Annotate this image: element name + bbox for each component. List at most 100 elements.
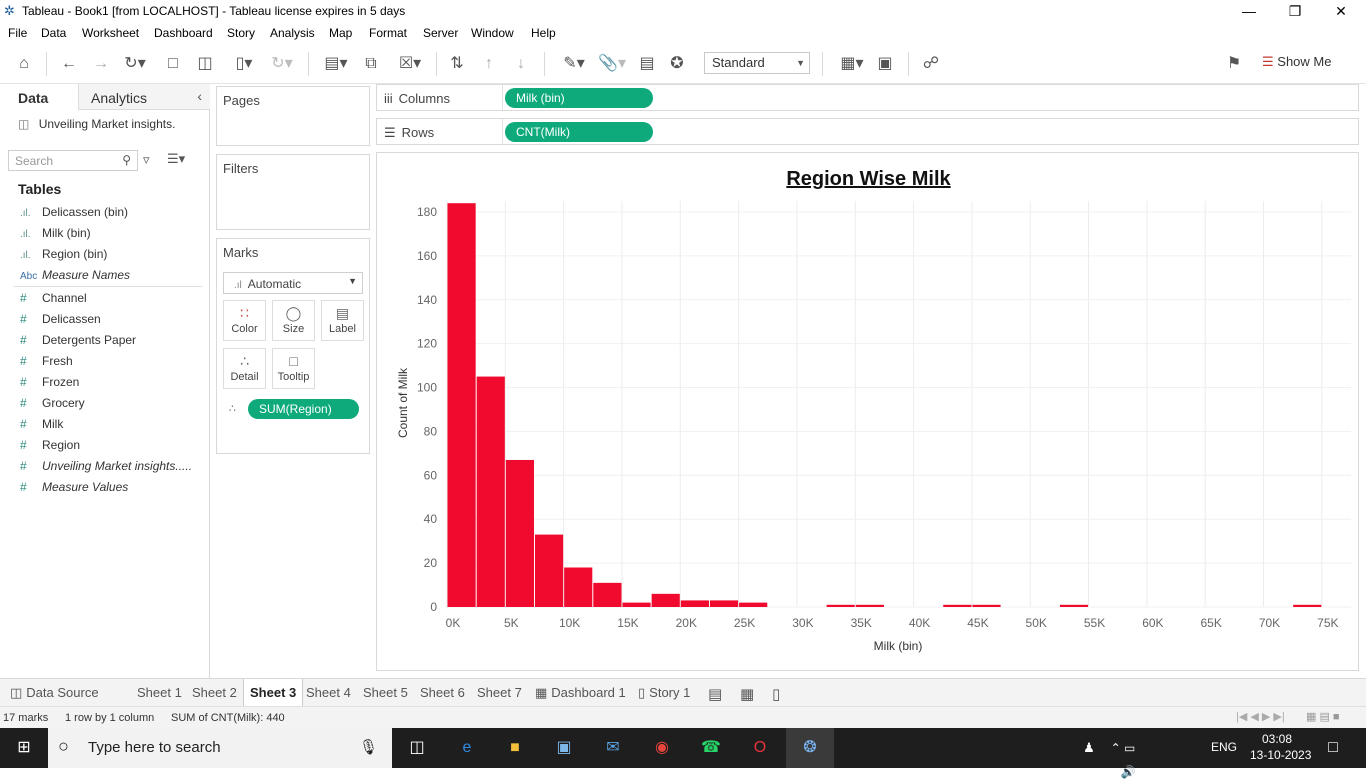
new-worksheet-icon[interactable]: ▤ [708, 685, 722, 703]
collapse-pane-icon[interactable]: ‹ [197, 88, 202, 104]
show-me-button[interactable]: ☰ Show Me [1262, 54, 1331, 70]
new-story-icon[interactable]: ▯ [772, 685, 780, 703]
menu-server[interactable]: Server [423, 26, 458, 40]
histogram-bar[interactable] [534, 534, 564, 607]
edge-icon[interactable]: e [454, 736, 480, 760]
tab-sheet-4[interactable]: Sheet 4 [306, 685, 351, 700]
rows-pill[interactable]: CNT(Milk) [505, 122, 653, 142]
field-frozen[interactable]: # Frozen [20, 375, 79, 389]
taskbar-search-input[interactable]: ○ Type here to search 🎙 [48, 728, 392, 768]
tooltip-button[interactable]: □ Tooltip [272, 348, 315, 389]
save-icon[interactable]: □ [162, 54, 184, 74]
presentation-mode-icon[interactable]: ▣ [874, 54, 896, 74]
field-record-count[interactable]: # Unveiling Market insights..... [20, 459, 192, 473]
tab-analytics[interactable]: Analytics ‹ [78, 84, 210, 110]
histogram-bar[interactable] [651, 593, 680, 607]
clear-sheet-icon[interactable]: ☒▾ [392, 54, 428, 74]
field-measure-names[interactable]: Abc Measure Names [20, 268, 130, 282]
columns-shelf[interactable]: iii Columns Milk (bin) [376, 84, 1359, 111]
histogram-bar[interactable] [709, 600, 739, 607]
histogram-bar[interactable] [505, 459, 534, 607]
tab-sheet-3[interactable]: Sheet 3 [243, 679, 304, 707]
mail-icon[interactable]: ✉ [600, 736, 626, 760]
show-mark-labels-icon[interactable]: ▤ [636, 54, 658, 74]
histogram-bar[interactable] [564, 567, 593, 607]
mark-type-select[interactable]: .ıl Automatic ▼ [223, 272, 363, 294]
undo-icon[interactable]: ← [58, 54, 80, 74]
menu-dashboard[interactable]: Dashboard [154, 26, 213, 40]
new-worksheet-icon[interactable]: ▤▾ [318, 54, 354, 74]
pages-shelf[interactable]: Pages [216, 86, 370, 146]
share-icon[interactable]: ☍ [920, 54, 942, 74]
size-button[interactable]: ◯ Size [272, 300, 315, 341]
color-button[interactable]: ∷ Color [223, 300, 266, 341]
field-detergents-paper[interactable]: # Detergents Paper [20, 333, 136, 347]
new-dashboard-icon[interactable]: ▦ [740, 685, 754, 703]
minimize-button[interactable]: — [1226, 0, 1272, 22]
menu-format[interactable]: Format [369, 26, 407, 40]
language-indicator[interactable]: ENG [1211, 740, 1237, 754]
format-painter-icon[interactable]: ⚑ [1222, 54, 1246, 74]
histogram-bar[interactable] [1059, 604, 1089, 607]
redo-icon[interactable]: → [90, 54, 112, 74]
highlight-icon[interactable]: ✎▾ [556, 54, 592, 74]
sort-ascending-icon[interactable]: ↑ [478, 54, 500, 74]
opera-icon[interactable]: O [747, 736, 773, 760]
view-size-select[interactable]: Standard ▼ [704, 52, 810, 74]
datasource-item[interactable]: ◫ Unveiling Market insights. [18, 117, 175, 131]
menu-file[interactable]: File [8, 26, 27, 40]
show-cards-icon[interactable]: ▦▾ [834, 54, 870, 74]
clock-time[interactable]: 03:08 [1262, 732, 1292, 746]
histogram-bar[interactable] [826, 604, 855, 607]
histogram-chart[interactable]: 0 20 40 60 80 100 120 140 160 180 0K 5K 10K 15K 20K 25K… [377, 153, 1358, 670]
store-icon[interactable]: ▣ [551, 736, 577, 760]
tab-dashboard-1[interactable]: ▦ Dashboard 1 [535, 685, 626, 701]
filters-shelf[interactable]: Filters [216, 154, 370, 230]
detail-button[interactable]: ∴ Detail [223, 348, 266, 389]
menu-analysis[interactable]: Analysis [270, 26, 315, 40]
refresh-icon[interactable]: ↻▾ [264, 54, 300, 74]
tab-sheet-1[interactable]: Sheet 1 [137, 685, 182, 700]
histogram-bar[interactable] [1293, 604, 1322, 607]
file-explorer-icon[interactable]: ■ [502, 736, 528, 760]
viz-area[interactable]: Region Wise Milk 0 20 40 60 80 100 120 140 160 18… [376, 152, 1359, 671]
field-milk[interactable]: # Milk [20, 417, 63, 431]
label-button[interactable]: ▤ Label [321, 300, 364, 341]
tab-story-1[interactable]: ▯ Story 1 [638, 685, 690, 701]
tab-data[interactable]: Data [0, 84, 78, 110]
histogram-bar[interactable] [680, 600, 709, 607]
histogram-bar[interactable] [476, 376, 505, 607]
columns-pill[interactable]: Milk (bin) [505, 88, 653, 108]
tab-sheet-6[interactable]: Sheet 6 [420, 685, 465, 700]
menu-data[interactable]: Data [41, 26, 66, 40]
system-tray-icons[interactable]: ⌃ ▭ ≈ 🔊 [1110, 736, 1136, 779]
histogram-bar[interactable] [972, 604, 1001, 607]
histogram-bar[interactable] [943, 604, 972, 607]
marks-pill[interactable]: SUM(Region) [248, 399, 359, 419]
field-search-input[interactable]: Search ⚲ [8, 150, 138, 171]
tab-sheet-2[interactable]: Sheet 2 [192, 685, 237, 700]
tableau-taskbar-icon[interactable]: ❂ [786, 728, 834, 768]
duplicate-sheet-icon[interactable]: ⧉ [360, 54, 382, 74]
sort-descending-icon[interactable]: ↓ [510, 54, 532, 74]
histogram-bar[interactable] [622, 602, 651, 607]
restore-button[interactable]: ❐ [1272, 0, 1318, 22]
home-icon[interactable]: ⌂ [12, 54, 36, 74]
menu-story[interactable]: Story [227, 26, 255, 40]
field-grocery[interactable]: # Grocery [20, 396, 85, 410]
menu-help[interactable]: Help [531, 26, 556, 40]
pause-updates-icon[interactable]: ▯▾ [226, 54, 262, 74]
close-button[interactable]: ✕ [1318, 0, 1364, 22]
histogram-bar[interactable] [447, 203, 476, 608]
tab-sheet-5[interactable]: Sheet 5 [363, 685, 408, 700]
sheet-nav-icons[interactable]: |◀ ◀ ▶ ▶| [1236, 710, 1285, 723]
filter-icon[interactable]: ▿ [143, 152, 150, 168]
field-delicassen-bin[interactable]: .ıl. Delicassen (bin) [20, 205, 128, 219]
group-members-icon[interactable]: 📎▾ [594, 54, 630, 74]
windows-start-icon[interactable]: ⊞ [11, 736, 37, 760]
view-mode-icons[interactable]: ▦ ▤ ■ [1306, 710, 1340, 723]
histogram-bar[interactable] [855, 604, 884, 607]
notifications-icon[interactable]: □ [1320, 736, 1346, 760]
field-fresh[interactable]: # Fresh [20, 354, 73, 368]
field-channel[interactable]: # Channel [20, 291, 87, 305]
